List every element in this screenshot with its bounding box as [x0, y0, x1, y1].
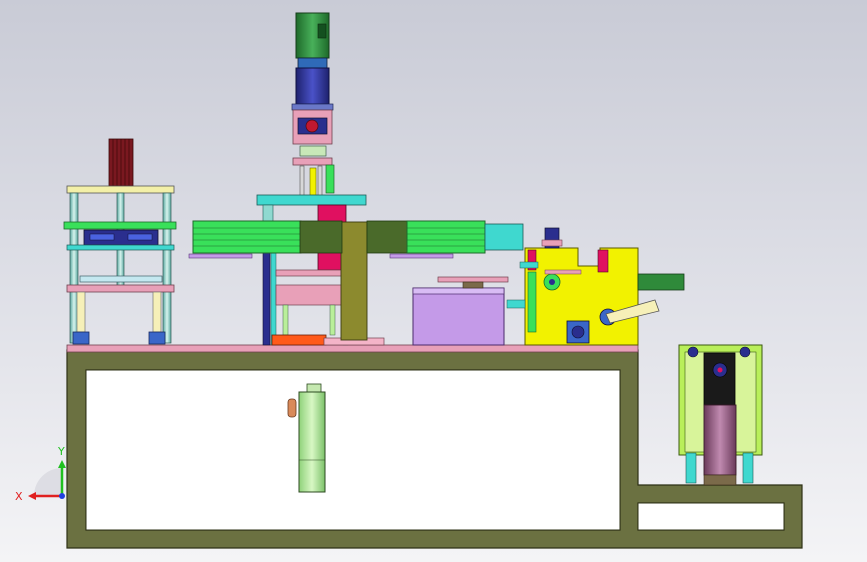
coordinate-triad: X Y	[15, 445, 66, 503]
center-press-motor-assembly[interactable]	[291, 12, 335, 199]
center-press-frame[interactable]	[256, 194, 385, 346]
feed-plate-support	[462, 281, 484, 289]
yellow-feeder-unit[interactable]	[506, 227, 685, 346]
side-lift-unit[interactable]	[678, 344, 763, 486]
table-top-plate	[66, 344, 639, 353]
lavender-housing-lid	[412, 287, 505, 295]
feed-plate	[437, 276, 509, 283]
z-axis-dot	[59, 493, 65, 499]
cad-viewport[interactable]: X Y	[0, 0, 867, 562]
lavender-housing[interactable]	[412, 287, 505, 346]
x-axis-label: X	[15, 490, 23, 503]
left-press-station[interactable]	[63, 138, 177, 345]
y-axis-label: Y	[57, 445, 65, 458]
